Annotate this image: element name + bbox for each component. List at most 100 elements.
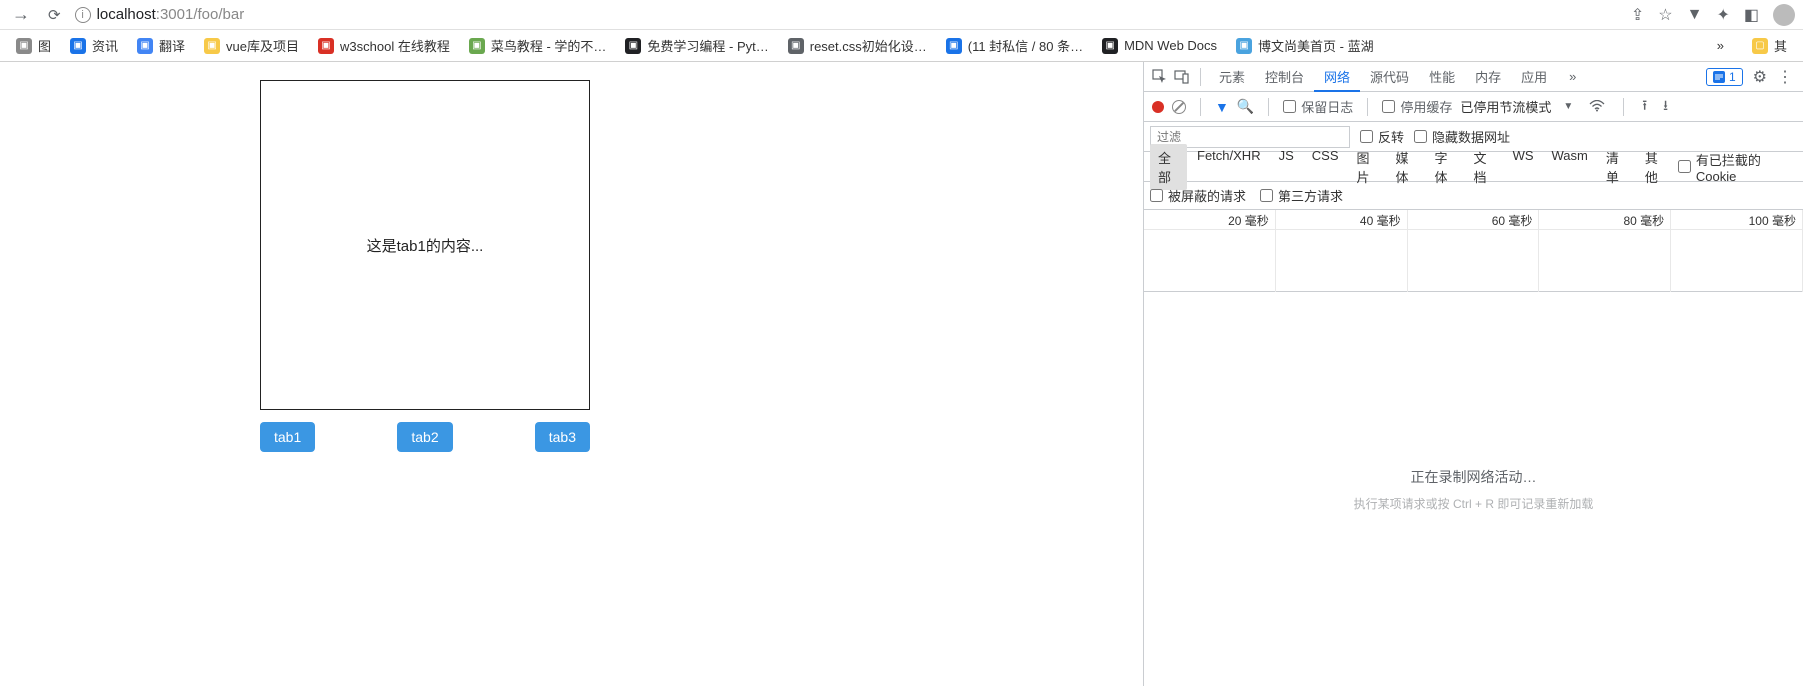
bookmark-item[interactable]: ▣ MDN Web Docs (1094, 35, 1225, 57)
bookmark-label: 博文尚美首页 - 蓝湖 (1258, 36, 1374, 55)
throttling-select[interactable]: 已停用节流模式 (1460, 97, 1551, 116)
blocked-requests-label: 被屏蔽的请求 (1168, 186, 1246, 205)
devtools-tab[interactable]: 内存 (1465, 61, 1511, 92)
timeline-tick: 80 毫秒 (1539, 210, 1671, 229)
bookmark-label: 资讯 (92, 36, 118, 55)
tab-button-tab2[interactable]: tab2 (397, 422, 452, 452)
third-party-checkbox[interactable]: 第三方请求 (1260, 186, 1343, 205)
clear-icon[interactable] (1172, 100, 1186, 114)
tab-button-tab3[interactable]: tab3 (535, 422, 590, 452)
import-har-icon[interactable]: ⭱ (1638, 95, 1651, 119)
network-type-filters: 全部Fetch/XHRJSCSS图片媒体字体文档WSWasm清单其他 有已拦截的… (1144, 152, 1803, 182)
bookmark-item[interactable]: ▣免费学习编程 - Pyt… (617, 33, 776, 58)
avatar[interactable] (1773, 4, 1795, 26)
page-content: 这是tab1的内容... tab1 tab2 tab3 (0, 62, 1143, 686)
reload-icon[interactable]: ⟳ (44, 6, 65, 24)
search-icon[interactable]: 🔍 (1237, 98, 1254, 115)
kebab-icon[interactable]: ⋮ (1773, 67, 1797, 87)
address-bar[interactable]: i localhost:3001/foo/bar (75, 6, 1621, 23)
bookmark-label: 图 (38, 36, 51, 55)
bookmarks-folder[interactable]: ▢ 其 (1744, 33, 1795, 58)
bookmark-item[interactable]: ▣图 (8, 33, 59, 58)
share-icon[interactable]: ⇪ (1631, 5, 1644, 25)
bookmark-label: 翻译 (159, 36, 185, 55)
toolbar-right: ⇪ ☆ ▼ ✦ ◧ (1631, 4, 1795, 26)
bookmarks-bar: ▣图▣资讯▣翻译▣vue库及项目▣w3school 在线教程▣菜鸟教程 - 学的… (0, 30, 1803, 62)
bookmark-item[interactable]: ▣菜鸟教程 - 学的不… (461, 33, 615, 58)
bookmark-favicon: ▣ (318, 38, 334, 54)
disable-cache-checkbox[interactable]: 停用缓存 (1382, 97, 1452, 116)
bookmark-favicon: ▣ (625, 38, 641, 54)
network-timeline[interactable]: 20 毫秒40 毫秒60 毫秒80 毫秒100 毫秒 (1144, 210, 1803, 292)
tab-button-tab1[interactable]: tab1 (260, 422, 315, 452)
site-info-icon[interactable]: i (75, 7, 91, 23)
bookmark-item[interactable]: ▣ 博文尚美首页 - 蓝湖 (1228, 33, 1382, 58)
bookmark-label: w3school 在线教程 (340, 36, 450, 55)
devtools-tab[interactable]: 网络 (1314, 61, 1360, 92)
devtools-tab[interactable]: 性能 (1419, 61, 1465, 92)
bookmark-favicon: ▣ (70, 38, 86, 54)
blocked-requests-checkbox[interactable]: 被屏蔽的请求 (1150, 186, 1246, 205)
disable-cache-label: 停用缓存 (1400, 97, 1452, 116)
bookmark-label: (11 封私信 / 80 条… (968, 36, 1083, 55)
extensions-icon[interactable]: ✦ (1716, 5, 1729, 25)
bookmark-item[interactable]: ▣ w3school 在线教程 (310, 33, 458, 58)
timeline-column (1408, 230, 1540, 292)
network-conditions-icon[interactable] (1585, 99, 1609, 115)
devtools-tab[interactable]: 源代码 (1360, 61, 1419, 92)
empty-line1: 正在录制网络活动… (1411, 467, 1537, 487)
bookmark-favicon: ▣ (204, 38, 220, 54)
bookmark-favicon: ▣ (16, 38, 32, 54)
record-icon[interactable] (1152, 101, 1164, 113)
bookmark-item[interactable]: ▣ (11 封私信 / 80 条… (938, 33, 1091, 58)
devtools-panel: 元素控制台网络源代码性能内存应用 » 1 ⚙ ⋮ ▼ 🔍 保留日志 停用缓存 (1143, 62, 1803, 686)
bookmark-favicon: ▣ (1236, 38, 1252, 54)
third-party-label: 第三方请求 (1278, 186, 1343, 205)
network-extra-filters: 被屏蔽的请求 第三方请求 (1144, 182, 1803, 210)
preserve-log-checkbox[interactable]: 保留日志 (1283, 97, 1353, 116)
device-toggle-icon[interactable] (1172, 67, 1192, 87)
bookmark-favicon: ▣ (946, 38, 962, 54)
blocked-cookies-checkbox[interactable]: 有已拦截的 Cookie (1678, 150, 1797, 184)
devtools-tabs-more[interactable]: » (1559, 63, 1586, 90)
bookmarks-overflow[interactable]: » (1709, 35, 1732, 56)
empty-line2: 执行某项请求或按 Ctrl + R 即可记录重新加载 (1354, 495, 1594, 512)
preserve-log-label: 保留日志 (1301, 97, 1353, 116)
bookmark-item[interactable]: ▣ 资讯 (62, 33, 126, 58)
devtools-tab[interactable]: 控制台 (1255, 61, 1314, 92)
issues-badge[interactable]: 1 (1706, 68, 1743, 86)
bookmark-favicon: ▣ (788, 38, 804, 54)
folder-icon: ▢ (1752, 38, 1768, 54)
bookmark-item[interactable]: ▣翻译 (129, 33, 193, 58)
bookmark-item[interactable]: ▣vue库及项目 (196, 33, 307, 58)
timeline-tick: 20 毫秒 (1144, 210, 1276, 229)
timeline-column (1539, 230, 1671, 292)
export-har-icon[interactable]: ⭳ (1659, 95, 1672, 119)
panel-icon[interactable]: ◧ (1744, 5, 1759, 25)
bookmarks-folder-label: 其 (1774, 36, 1787, 55)
tab-content-box: 这是tab1的内容... (260, 80, 590, 410)
timeline-column (1144, 230, 1276, 292)
bookmark-item[interactable]: ▣ reset.css初始化设… (780, 33, 935, 58)
timeline-tick: 40 毫秒 (1276, 210, 1408, 229)
bookmark-favicon: ▣ (1102, 38, 1118, 54)
browser-toolbar: → ⟳ i localhost:3001/foo/bar ⇪ ☆ ▼ ✦ ◧ (0, 0, 1803, 30)
chevron-down-icon[interactable]: ▼ (1687, 6, 1703, 24)
devtools-tab[interactable]: 元素 (1209, 61, 1255, 92)
inspect-element-icon[interactable] (1150, 67, 1170, 87)
filter-icon[interactable]: ▼ (1215, 99, 1229, 115)
bookmark-favicon: ▣ (469, 38, 485, 54)
timeline-column (1671, 230, 1803, 292)
forward-icon[interactable]: → (8, 4, 34, 25)
tab-content-text: 这是tab1的内容... (367, 235, 484, 256)
star-icon[interactable]: ☆ (1658, 5, 1672, 25)
timeline-column (1276, 230, 1408, 292)
bookmark-label: MDN Web Docs (1124, 38, 1217, 53)
network-toolbar: ▼ 🔍 保留日志 停用缓存 已停用节流模式 ▼ ⭱ ⭳ (1144, 92, 1803, 122)
chevron-down-icon[interactable]: ▼ (1559, 101, 1577, 112)
blocked-cookies-label: 有已拦截的 Cookie (1696, 150, 1797, 184)
gear-icon[interactable]: ⚙ (1749, 67, 1771, 87)
issues-count: 1 (1729, 70, 1736, 84)
devtools-tab[interactable]: 应用 (1511, 61, 1557, 92)
bookmark-label: reset.css初始化设… (810, 36, 927, 55)
